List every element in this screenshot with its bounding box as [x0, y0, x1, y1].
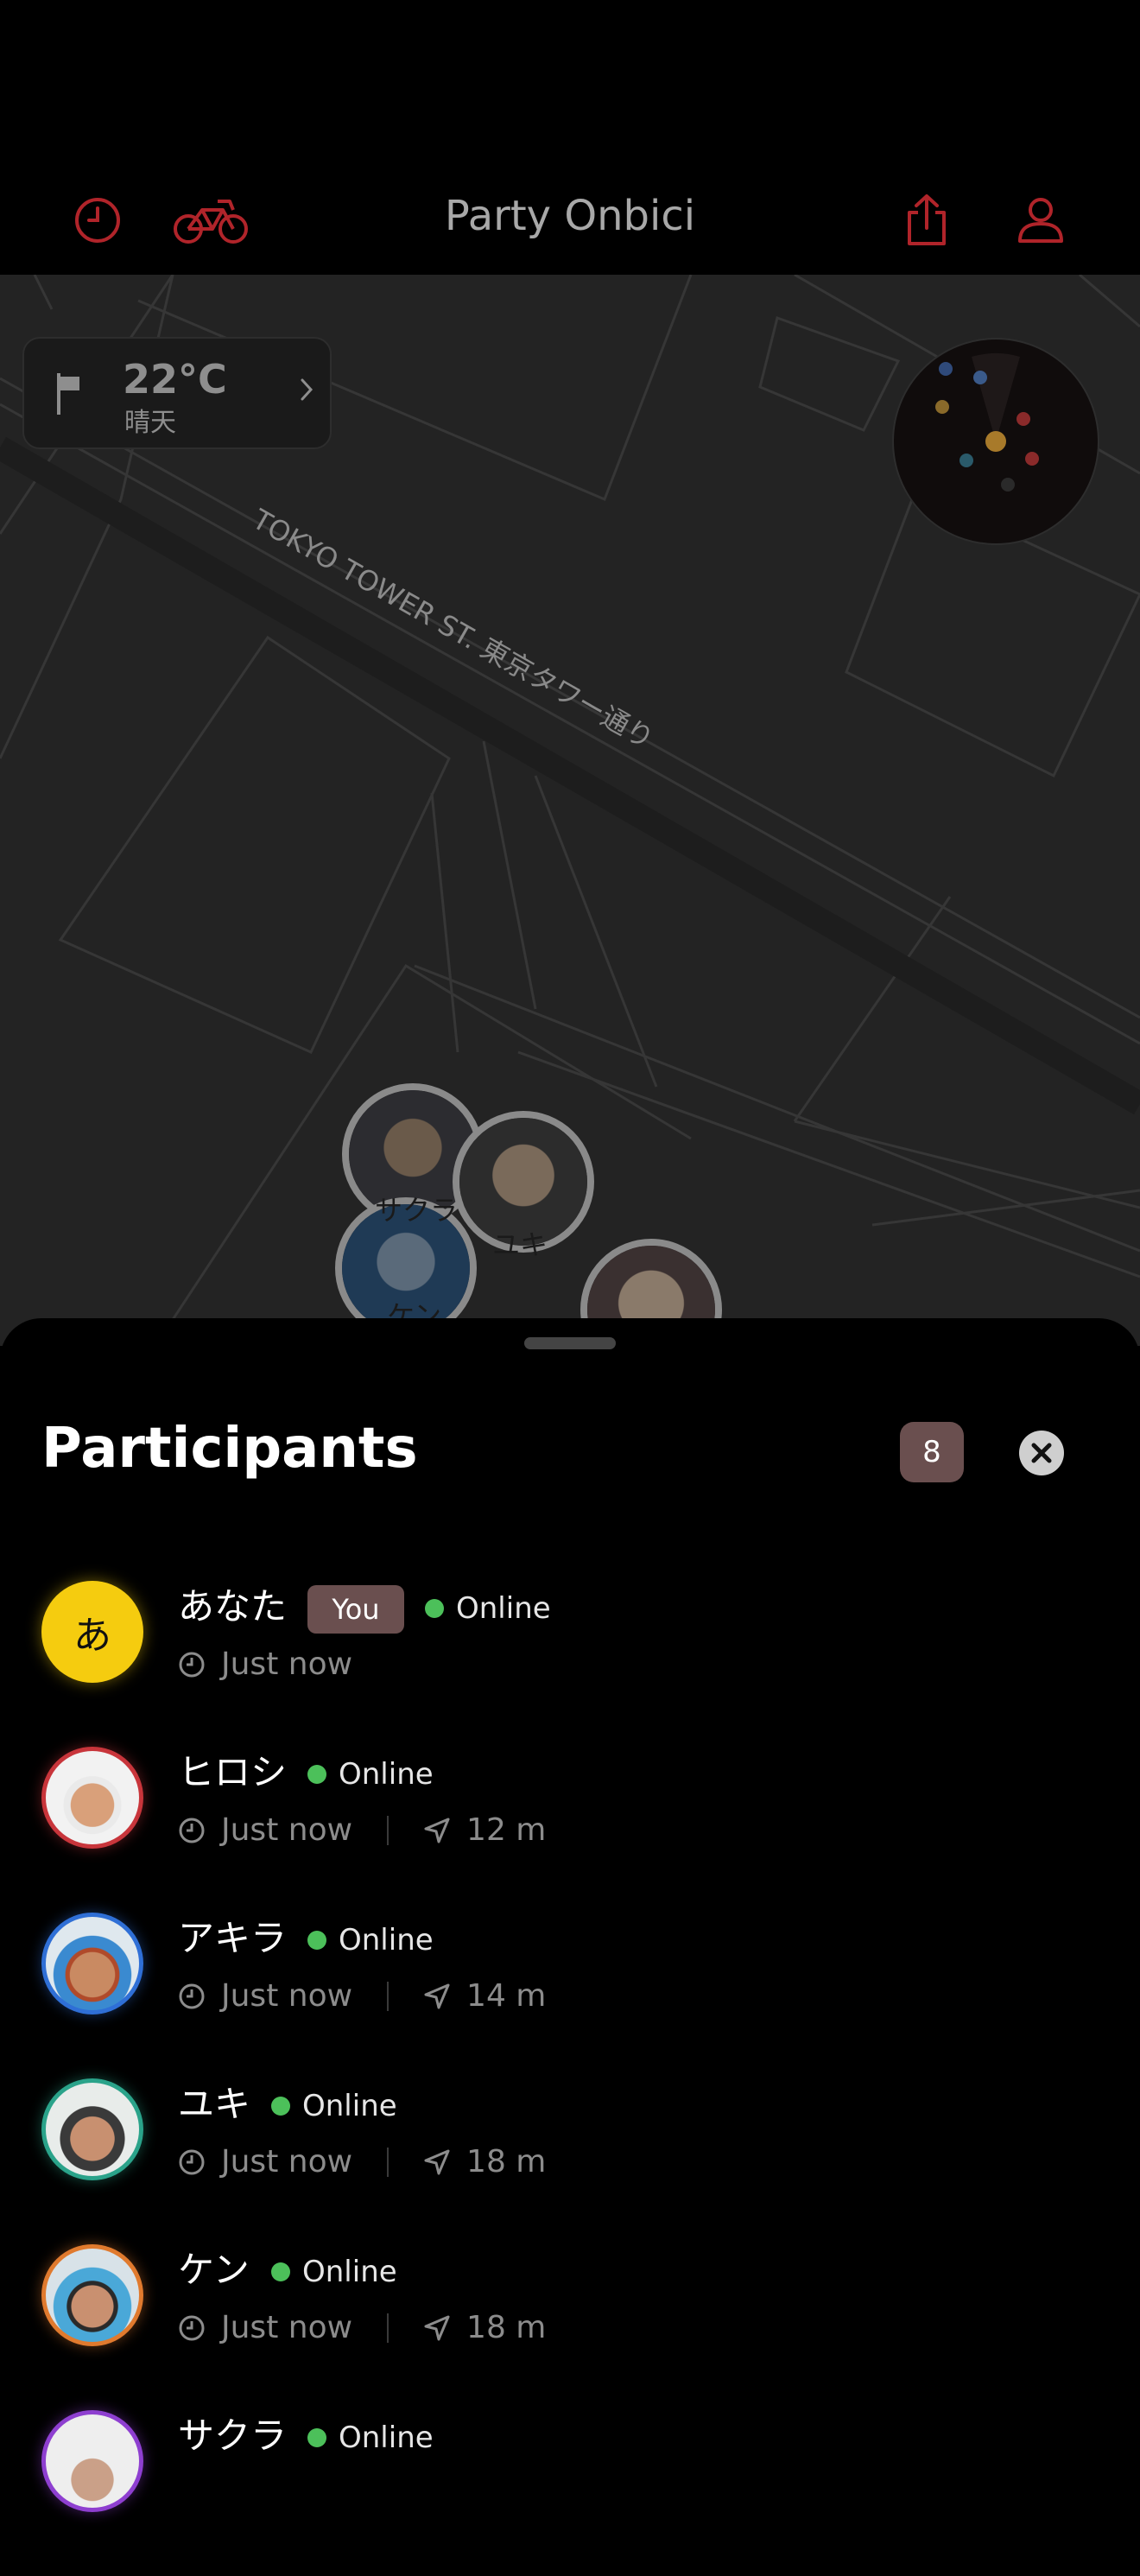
participant-row[interactable]: ユキ Online Just now 18 m	[0, 2078, 1140, 2244]
avatar	[41, 1913, 143, 2014]
participant-name: ユキ	[178, 2083, 251, 2125]
clock-icon	[179, 1983, 205, 2008]
last-seen: Just now	[221, 1646, 353, 1682]
online-dot	[307, 2428, 326, 2447]
radar-icon	[935, 353, 1039, 492]
status-indicator: Online	[307, 1923, 434, 1957]
clock-icon	[179, 1652, 205, 1677]
last-seen: Just now	[221, 2310, 353, 2345]
weather-widget[interactable]: 22°C 晴天	[22, 337, 332, 449]
pin-label-yuki: ユキ	[492, 1228, 548, 1261]
person-icon	[1018, 198, 1063, 243]
participant-row[interactable]: ヒロシ Online Just now 12 m	[0, 1747, 1140, 1913]
online-dot	[271, 2262, 290, 2281]
participant-meta: Just now	[178, 1646, 352, 1682]
clock-icon	[179, 1818, 205, 1843]
close-icon	[1031, 1443, 1052, 1463]
radar-compass[interactable]	[892, 338, 1099, 545]
last-seen: Just now	[221, 1978, 353, 2014]
participant-row[interactable]: あ あなた You Online Just now	[0, 1581, 1140, 1747]
online-dot	[425, 1599, 444, 1618]
online-dot	[307, 1765, 326, 1784]
sheet-title: Participants	[41, 1417, 418, 1481]
status-text: Online	[302, 2089, 397, 2123]
participant-count-badge: 8	[900, 1422, 964, 1482]
clock-icon	[179, 2149, 205, 2174]
participant-meta: Just now 12 m	[178, 1812, 546, 1848]
share-button[interactable]	[888, 181, 966, 259]
temperature: 22°C	[123, 356, 227, 403]
participant-name: ケン	[178, 2249, 250, 2291]
participant-row[interactable]: サクラ Online	[0, 2410, 1140, 2576]
status-text: Online	[339, 2421, 434, 2455]
participant-meta: Just now 18 m	[178, 2310, 546, 2345]
distance: 14 m	[466, 1978, 547, 2014]
status-text: Online	[339, 1923, 434, 1957]
participant-meta: Just now 14 m	[178, 1978, 546, 2014]
participant-meta: Just now 18 m	[178, 2144, 546, 2179]
location-arrow-icon	[424, 1818, 450, 1843]
divider	[387, 2313, 390, 2343]
participant-name: サクラ	[178, 2414, 288, 2457]
close-button[interactable]	[1019, 1431, 1064, 1475]
participants-sheet: Participants 8 あ あなた You Online Just now…	[0, 1318, 1140, 2512]
online-dot	[307, 1931, 326, 1950]
pin-label-sakura: サクラ	[375, 1194, 459, 1227]
clock-icon	[179, 2315, 205, 2340]
location-arrow-icon	[424, 2149, 450, 2174]
divider	[387, 1815, 390, 1845]
status-indicator: Online	[271, 2255, 397, 2289]
sheet-drag-handle[interactable]	[524, 1337, 616, 1349]
avatar	[41, 2410, 143, 2512]
avatar	[41, 2244, 143, 2346]
chevron-right-icon	[301, 378, 314, 401]
distance: 18 m	[466, 2144, 547, 2179]
status-indicator: Online	[307, 2421, 434, 2455]
divider	[387, 1981, 390, 2011]
avatar	[41, 2078, 143, 2180]
last-seen: Just now	[221, 2144, 353, 2179]
participant-name: あなた	[178, 1585, 288, 1627]
participant-row[interactable]: アキラ Online Just now 14 m	[0, 1913, 1140, 2078]
share-icon	[908, 194, 946, 245]
weather-condition: 晴天	[124, 408, 176, 438]
status-indicator: Online	[307, 1757, 434, 1792]
app-title: Party Onbici	[444, 192, 696, 240]
status-text: Online	[302, 2255, 397, 2289]
profile-button[interactable]	[1002, 181, 1080, 259]
location-arrow-icon	[424, 2315, 450, 2340]
avatar: あ	[41, 1581, 143, 1683]
status-text: Online	[456, 1591, 551, 1626]
status-text: Online	[339, 1757, 434, 1792]
distance: 18 m	[466, 2310, 547, 2345]
distance: 12 m	[466, 1812, 547, 1848]
divider	[387, 2147, 390, 2177]
last-seen: Just now	[221, 1812, 353, 1848]
status-indicator: Online	[425, 1591, 551, 1626]
top-bar: Party Onbici	[0, 0, 1140, 275]
map-view[interactable]: TOKYO TOWER ST. 東京タワー通り 22°C 晴天 サクラ ユキ ケ…	[0, 275, 1140, 1346]
avatar	[41, 1747, 143, 1849]
flag-icon	[57, 373, 79, 415]
status-indicator: Online	[271, 2089, 397, 2123]
participant-name: ヒロシ	[178, 1751, 288, 1793]
participant-name: アキラ	[178, 1917, 288, 1959]
online-dot	[271, 2097, 290, 2116]
you-badge: You	[307, 1585, 404, 1634]
location-arrow-icon	[424, 1983, 450, 2008]
participant-row[interactable]: ケン Online Just now 18 m	[0, 2244, 1140, 2410]
